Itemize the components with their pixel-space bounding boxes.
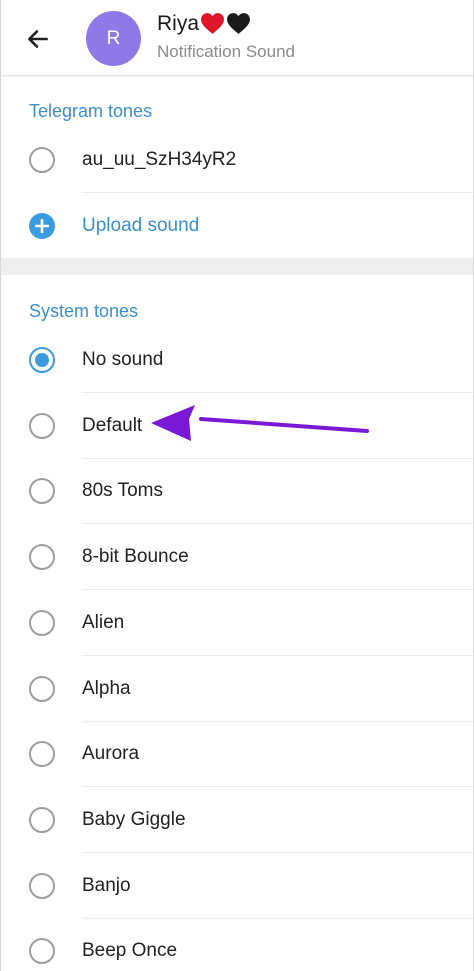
notification-sound-screen: R Riya Notification Sound Telegram tones…: [0, 0, 474, 971]
list-item-system-tone[interactable]: Alien: [1, 590, 473, 656]
tone-label: Default: [82, 414, 143, 436]
tone-label: 80s Toms: [82, 480, 163, 502]
plus-icon: [29, 213, 55, 239]
tone-label: Banjo: [82, 874, 131, 896]
tone-label: 8-bit Bounce: [82, 546, 189, 568]
tone-label: Aurora: [82, 743, 140, 765]
radio-button[interactable]: [29, 872, 55, 899]
list-item-telegram-tone[interactable]: au_uu_SzH34yR2: [1, 127, 473, 193]
red-heart-icon: [201, 13, 224, 34]
radio-button[interactable]: [29, 938, 55, 965]
tone-label: Alien: [82, 611, 125, 633]
avatar-initial: R: [106, 27, 121, 49]
back-button[interactable]: [19, 20, 57, 58]
radio-button[interactable]: [29, 806, 55, 833]
upload-sound-label: Upload sound: [82, 215, 200, 236]
arrow-left-icon: [28, 30, 48, 48]
radio-button-selected[interactable]: [29, 347, 55, 373]
radio-button[interactable]: [29, 609, 55, 636]
radio-button[interactable]: [29, 544, 55, 571]
tone-label: No sound: [82, 349, 164, 370]
radio-button[interactable]: [29, 675, 55, 702]
list-item-system-tone[interactable]: Aurora: [1, 721, 473, 788]
list-item-system-tone[interactable]: Banjo: [1, 853, 473, 919]
radio-button[interactable]: [29, 478, 55, 505]
list-item-system-tone[interactable]: Baby Giggle: [1, 787, 473, 853]
list-item-system-tone[interactable]: 8-bit Bounce: [1, 524, 473, 591]
contact-name: Riya: [157, 12, 251, 35]
list-item-system-tone[interactable]: Beep Once: [1, 918, 473, 971]
avatar[interactable]: R: [86, 11, 141, 66]
radio-button[interactable]: [29, 147, 55, 173]
list-item-system-tone[interactable]: Alpha: [1, 656, 473, 722]
list-item-system-tone[interactable]: No sound: [1, 327, 473, 393]
tone-label: au_uu_SzH34yR2: [82, 149, 237, 170]
header-subtitle: Notification Sound: [157, 42, 295, 61]
tone-label: Alpha: [82, 677, 131, 699]
section-title-telegram-tones: Telegram tones: [29, 101, 153, 121]
section-divider: [1, 258, 473, 275]
annotation-arrow: [151, 405, 369, 441]
section-title-system-tones: System tones: [29, 301, 139, 321]
upload-sound-button[interactable]: Upload sound: [1, 193, 473, 259]
tone-label: Beep Once: [82, 940, 178, 962]
contact-name-text: Riya: [157, 12, 200, 35]
radio-button[interactable]: [29, 741, 55, 768]
top-bar: R Riya Notification Sound: [1, 0, 473, 76]
black-heart-icon: [227, 13, 250, 34]
tone-label: Baby Giggle: [82, 808, 186, 830]
list-item-system-tone[interactable]: 80s Toms: [1, 458, 473, 525]
radio-button[interactable]: [29, 412, 55, 439]
